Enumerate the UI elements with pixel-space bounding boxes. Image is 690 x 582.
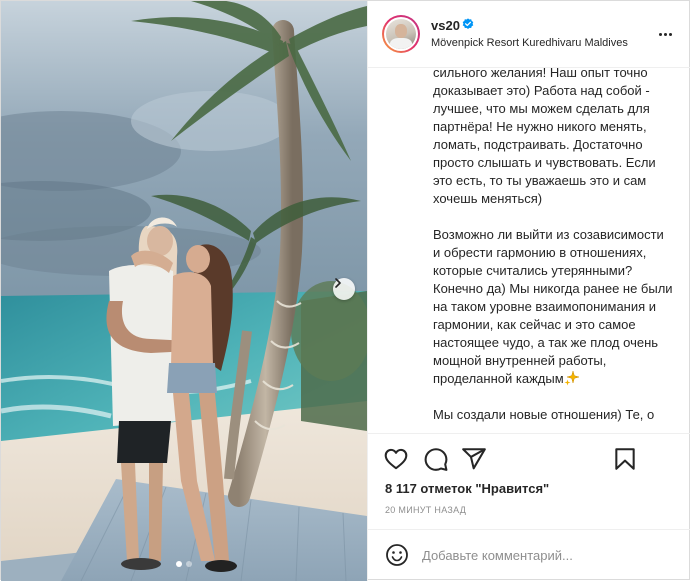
instagram-post: vs20 Mövenpick Resort Kuredhivaru Maldiv… xyxy=(0,0,690,581)
caption-area: сильного желания! Наш опыт точно доказыв… xyxy=(368,67,690,433)
caption-continued: Мы создали новые отношения) Те, о xyxy=(433,407,655,422)
heart-icon[interactable] xyxy=(383,446,409,472)
verified-badge-icon xyxy=(462,18,474,29)
comment-bar xyxy=(368,529,690,582)
comment-input[interactable] xyxy=(422,544,582,566)
paper-plane-icon[interactable] xyxy=(461,446,487,472)
bookmark-icon[interactable] xyxy=(612,446,638,472)
beach-couple-image xyxy=(1,1,367,581)
comment-icon[interactable] xyxy=(423,446,449,472)
post-sidebar: vs20 Mövenpick Resort Kuredhivaru Maldiv… xyxy=(367,1,690,581)
action-bar xyxy=(368,433,690,486)
carousel-dot xyxy=(186,561,192,567)
caption-body: сильного желания! Наш опыт точно доказыв… xyxy=(433,67,673,386)
avatar[interactable] xyxy=(382,15,420,53)
likes-count[interactable]: 8 117 отметок "Нравится" xyxy=(385,481,549,496)
post-photo[interactable] xyxy=(1,1,367,581)
carousel-indicator xyxy=(1,561,367,567)
username[interactable]: vs20 xyxy=(431,18,460,33)
post-header: vs20 Mövenpick Resort Kuredhivaru Maldiv… xyxy=(368,1,690,68)
more-options-button[interactable] xyxy=(655,26,675,42)
carousel-next-button[interactable] xyxy=(333,278,355,300)
caption-text: сильного желания! Наш опыт точно доказыв… xyxy=(433,67,673,424)
location-link[interactable]: Mövenpick Resort Kuredhivaru Maldives xyxy=(431,37,628,49)
carousel-dot-active xyxy=(176,561,182,567)
avatar-photo xyxy=(384,17,418,51)
more-dots-icon xyxy=(658,32,662,36)
post-timestamp[interactable]: 20 МИНУТ НАЗАД xyxy=(385,505,466,515)
chevron-right-icon xyxy=(335,278,341,288)
sparkles-emoji-icon xyxy=(564,370,580,386)
emoji-smile-icon[interactable] xyxy=(385,543,409,567)
